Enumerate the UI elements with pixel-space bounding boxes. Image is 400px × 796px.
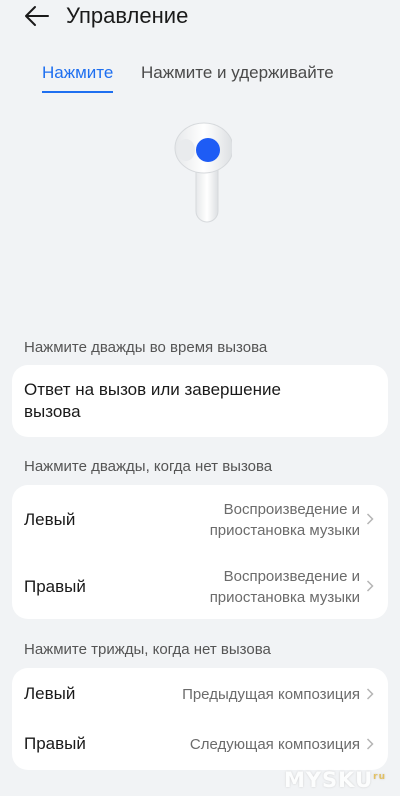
chevron-right-icon	[366, 738, 374, 750]
tab-press-and-hold[interactable]: Нажмите и удерживайте	[141, 62, 334, 84]
tab-press[interactable]: Нажмите	[42, 62, 114, 93]
row-double-tap-right[interactable]: Правый Воспроизведение и приостановка му…	[12, 552, 388, 619]
chevron-right-icon	[366, 688, 374, 700]
row-triple-tap-left-label: Левый	[24, 684, 76, 703]
row-triple-tap-right[interactable]: Правый Следующая композиция	[12, 719, 388, 770]
card-double-tap-call: Ответ на вызов или завершение вызова	[12, 365, 388, 437]
row-double-tap-left-value: Воспроизведение и приостановка музыки	[209, 501, 360, 539]
row-double-tap-left-label: Левый	[24, 510, 76, 529]
row-answer-end-call[interactable]: Ответ на вызов или завершение вызова	[12, 365, 388, 437]
tap-point-indicator	[196, 138, 220, 162]
tab-press-label: Нажмите	[42, 63, 114, 82]
row-triple-tap-right-label: Правый	[24, 734, 86, 753]
chevron-right-icon	[366, 513, 374, 525]
row-double-tap-left[interactable]: Левый Воспроизведение и приостановка муз…	[12, 485, 388, 552]
section-label-double-tap-no-call: Нажмите дважды, когда нет вызова	[24, 458, 273, 475]
tab-active-indicator	[42, 91, 114, 93]
watermark-text: MYSKU	[283, 768, 374, 792]
tab-bar: Нажмите Нажмите и удерживайте	[0, 58, 400, 93]
watermark-suffix: ru	[373, 772, 386, 782]
row-double-tap-right-label: Правый	[24, 577, 86, 596]
app-header: Управление	[0, 0, 400, 36]
row-triple-tap-right-value: Следующая композиция	[189, 736, 360, 753]
chevron-right-icon	[366, 580, 374, 592]
tab-press-and-hold-label: Нажмите и удерживайте	[141, 63, 334, 82]
card-double-tap-no-call: Левый Воспроизведение и приостановка муз…	[12, 485, 388, 619]
row-answer-end-call-label: Ответ на вызов или завершение вызова	[24, 380, 281, 421]
earbud-illustration	[168, 118, 234, 226]
back-button[interactable]	[22, 2, 52, 30]
card-triple-tap-no-call: Левый Предыдущая композиция Правый Следу…	[12, 668, 388, 770]
arrow-left-icon	[25, 6, 49, 26]
earbud-icon	[174, 122, 234, 223]
watermark-logo: MYSKUru	[284, 768, 386, 792]
section-label-double-tap-call: Нажмите дважды во время вызова	[24, 339, 268, 356]
row-triple-tap-left-value: Предыдущая композиция	[182, 686, 360, 703]
row-triple-tap-left[interactable]: Левый Предыдущая композиция	[12, 668, 388, 719]
page-title: Управление	[66, 3, 189, 28]
section-label-triple-tap-no-call: Нажмите трижды, когда нет вызова	[24, 641, 271, 658]
row-double-tap-right-value: Воспроизведение и приостановка музыки	[209, 568, 360, 606]
